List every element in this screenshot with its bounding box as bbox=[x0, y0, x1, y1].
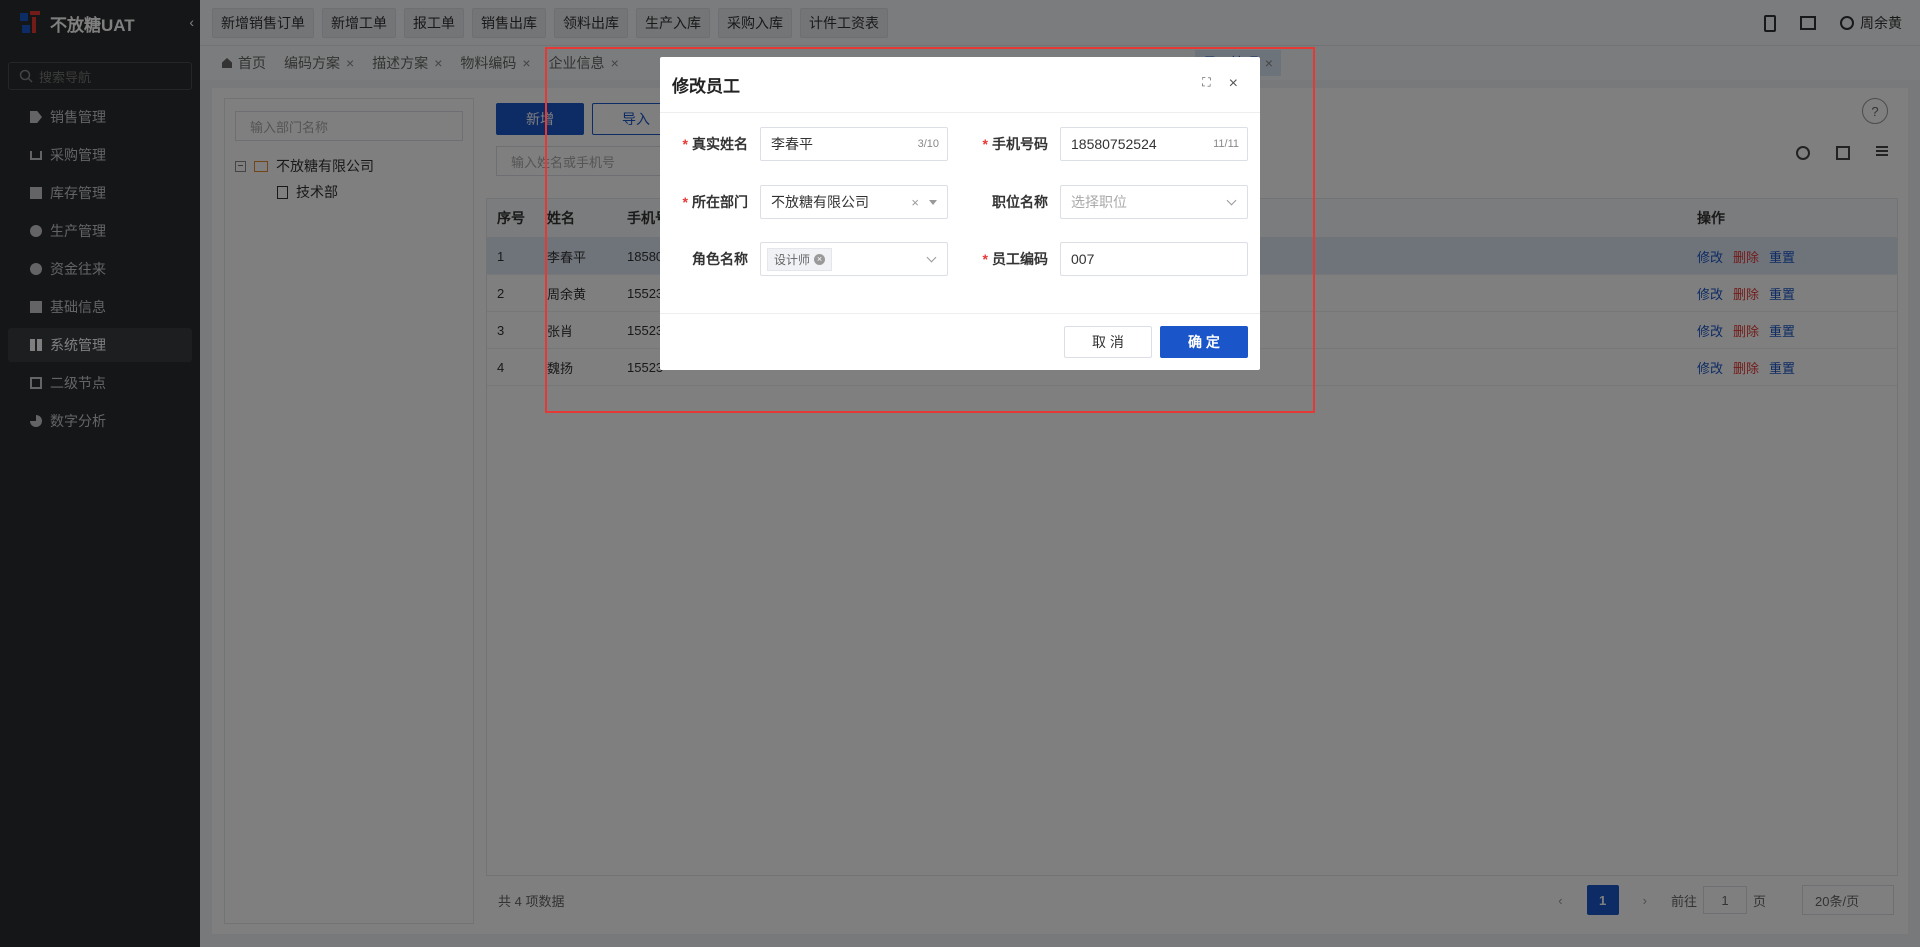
annotation-highlight-box bbox=[545, 47, 1315, 413]
